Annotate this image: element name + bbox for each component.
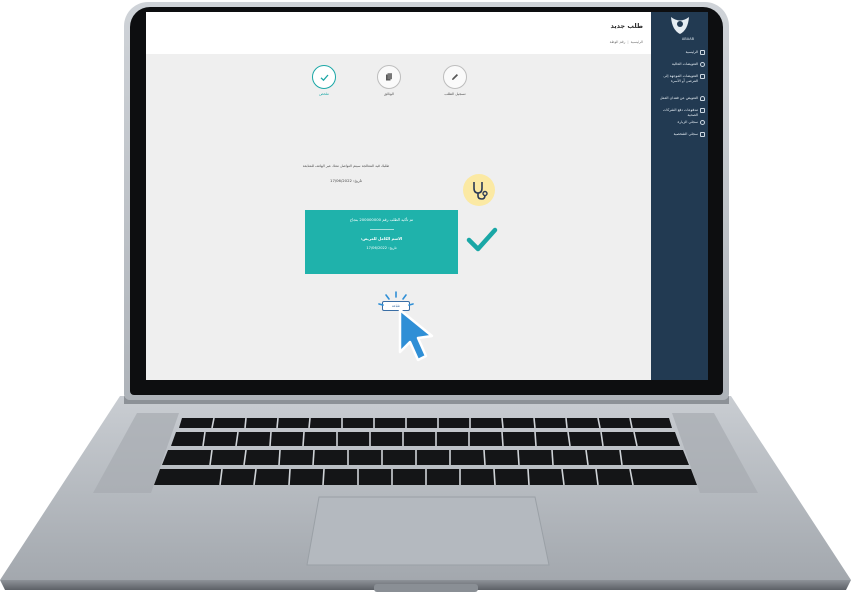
sidebar-item-current-claims[interactable]: التعويضات الحالية <box>651 62 708 74</box>
breadcrumb-current: رقم الوظة <box>609 40 626 44</box>
sidebar-item-home[interactable]: الرئيسية <box>651 50 708 62</box>
clipboard-icon <box>700 74 705 79</box>
app-logo <box>669 14 691 36</box>
step-summary[interactable]: ملخص <box>312 65 336 96</box>
stethoscope-badge <box>463 174 495 206</box>
page-header: طلب جديد الرئيسية | رقم الوظة <box>146 12 651 54</box>
sidebar-item-label: التعويضات الموجهة إلى المرضى أو الأسرة <box>663 74 698 83</box>
sidebar-item-label: سجلي الشخصية <box>673 132 698 136</box>
breadcrumb-separator: | <box>627 40 629 44</box>
page-title: طلب جديد <box>610 22 643 30</box>
card-divider <box>369 229 394 230</box>
id-card-icon <box>700 132 705 137</box>
pencil-icon <box>452 74 458 80</box>
user-circle-icon <box>700 62 705 67</box>
step-documents[interactable]: الوثائق <box>377 65 401 96</box>
person-icon <box>700 96 705 101</box>
sidebar-item-label: مدفوعات دفع الشركات الصحية <box>663 108 698 117</box>
sidebar-item-visits[interactable]: سجلي الزيارة <box>651 120 708 132</box>
step-circle <box>377 65 401 89</box>
sidebar-item-work-loss[interactable]: التعويض عن فقدان العمل <box>651 96 708 108</box>
confirmation-message: طلبك قيد المعالجة سيتم التواصل معك عبر ا… <box>302 164 390 168</box>
stethoscope-icon <box>473 182 488 200</box>
stethoscope-icon <box>700 120 705 125</box>
request-number: تم تأكيد الطلب رقم 200000000 بنجاح <box>349 217 414 222</box>
sidebar-item-patient-claims[interactable]: التعويضات الموجهة إلى المرضى أو الأسرة <box>651 74 708 96</box>
checkmark-icon <box>320 74 328 81</box>
patient-name-label: الاسم الكامل للمريض: <box>360 235 403 241</box>
breadcrumb-home[interactable]: الرئيسية <box>631 40 643 44</box>
laptop-mockup: طلب جديد الرئيسية | رقم الوظة تسجيل الطل… <box>0 0 851 596</box>
calendar-icon <box>700 50 705 55</box>
logo-text: ABAAB <box>681 37 694 41</box>
request-confirmation-card: تم تأكيد الطلب رقم 200000000 بنجاح الاسم… <box>305 210 458 274</box>
sidebar: ABAAB الرئيسية التعويضات الحالية التعويض… <box>651 12 708 380</box>
step-label: الوثائق <box>383 92 395 96</box>
sidebar-item-label: التعويض عن فقدان العمل <box>659 96 698 100</box>
step-label: ملخص <box>319 92 329 96</box>
step-circle <box>312 65 336 89</box>
success-checkmark-icon <box>466 227 498 252</box>
sidebar-item-payments[interactable]: مدفوعات دفع الشركات الصحية <box>651 108 708 120</box>
breadcrumb: الرئيسية | رقم الوظة <box>610 40 643 44</box>
step-register-request[interactable]: تسجيل الطلب <box>443 65 467 96</box>
app-screen: طلب جديد الرئيسية | رقم الوظة تسجيل الطل… <box>146 12 708 380</box>
step-label: تسجيل الطلب <box>444 92 466 96</box>
step-circle <box>443 65 467 89</box>
documents-icon <box>386 73 392 81</box>
confirmation-date: تاريخ: 17/06/2022 <box>330 178 362 183</box>
sidebar-item-label: الرئيسية <box>685 50 698 54</box>
sidebar-nav: الرئيسية التعويضات الحالية التعويضات الم… <box>651 50 708 144</box>
mouse-cursor-icon <box>398 308 434 362</box>
money-icon <box>700 108 705 113</box>
sidebar-item-profile[interactable]: سجلي الشخصية <box>651 132 708 144</box>
sidebar-item-label: سجلي الزيارة <box>677 120 698 124</box>
sidebar-item-label: التعويضات الحالية <box>671 62 698 66</box>
card-date: تاريخ: 17/06/2022 <box>366 245 397 250</box>
